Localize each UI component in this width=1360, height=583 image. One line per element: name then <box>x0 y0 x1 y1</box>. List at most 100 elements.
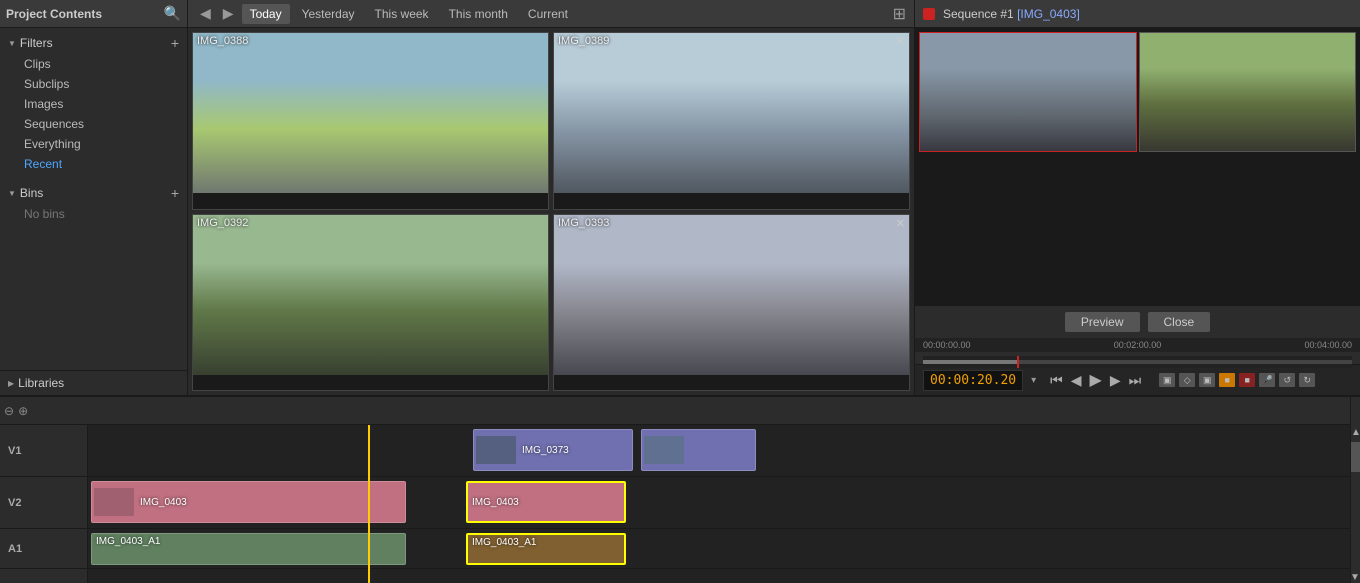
play-button[interactable]: ▶ <box>1088 369 1104 391</box>
thumb-label-0389: IMG_0389 <box>558 35 609 47</box>
clip-audio-0403-a1[interactable]: IMG_0403_A1 <box>91 533 406 565</box>
clip-img-0403-v2[interactable]: IMG_0403 <box>91 481 406 523</box>
thumbnail-grid: IMG_0388 IMG_0389 ✕ IMG_0392 IMG_0393 ✕ <box>188 28 914 395</box>
tool-icon-6[interactable]: 🎤 <box>1259 373 1275 387</box>
scroll-up-icon[interactable]: ▲ <box>1351 425 1360 438</box>
back-button[interactable]: ◀ <box>196 3 215 24</box>
track-a1: IMG_0403_A1 IMG_0403_A1 <box>88 529 1350 569</box>
step-forward-button[interactable]: ▶ <box>1108 371 1123 390</box>
playhead <box>368 425 370 583</box>
playback-controls: ⏮ ◀ ▶ ▶ ⏭ <box>1048 369 1143 391</box>
strip-time-2: 00:04:00.00 <box>1304 340 1352 350</box>
left-panel: Project Contents 🔍 ▼ Filters + Clips Sub… <box>0 0 188 395</box>
track-v2: IMG_0403 IMG_0403 <box>88 477 1350 529</box>
thumbnail-img-0393[interactable]: IMG_0393 ✕ <box>553 214 910 392</box>
time-dropdown-icon[interactable]: ▾ <box>1031 375 1036 386</box>
track-label-a1: A1 <box>0 529 87 569</box>
go-start-button[interactable]: ⏮ <box>1048 371 1065 390</box>
filter-header: ▼ Filters + <box>0 32 187 54</box>
timeline-scroll-top <box>1350 397 1360 425</box>
timeline-zoom-in-icon[interactable]: ⊕ <box>18 404 28 418</box>
tab-today[interactable]: Today <box>242 4 290 24</box>
filter-sequences[interactable]: Sequences <box>0 114 187 134</box>
tool-icon-2[interactable]: ◇ <box>1179 373 1195 387</box>
toolbar-icons: ▣ ◇ ▣ ■ ■ 🎤 ↺ ↻ <box>1159 373 1315 387</box>
clip-thumb-0403 <box>94 488 134 516</box>
search-icon[interactable]: 🔍 <box>164 5 181 22</box>
thumb-label-0393: IMG_0393 <box>558 217 609 229</box>
libraries-label: Libraries <box>18 376 64 390</box>
timeline-body: V1 V2 A1 IMG_0373 <box>0 425 1360 583</box>
right-panel: Sequence #1 [IMG_0403] Preview Close 00:… <box>915 0 1360 395</box>
thumb-close-0393[interactable]: ✕ <box>896 217 905 230</box>
browser-toolbar: ◀ ▶ Today Yesterday This week This month… <box>188 0 914 28</box>
timeline-zoom-out-icon[interactable]: ⊖ <box>4 404 14 418</box>
clip-img-0373[interactable]: IMG_0373 <box>473 429 633 471</box>
clip-label-0403-v2: IMG_0403 <box>136 495 191 510</box>
tool-icon-4[interactable]: ■ <box>1219 373 1235 387</box>
tab-current[interactable]: Current <box>520 4 576 24</box>
thumbnail-img-0392[interactable]: IMG_0392 <box>192 214 549 392</box>
close-button[interactable]: Close <box>1148 312 1211 332</box>
sequence-thumbnails <box>915 28 1360 305</box>
thumbnail-img-0388[interactable]: IMG_0388 <box>192 32 549 210</box>
thumb-close-0389[interactable]: ✕ <box>896 35 905 48</box>
preview-button[interactable]: Preview <box>1065 312 1140 332</box>
grid-view-button[interactable]: ⊞ <box>893 4 906 24</box>
filter-everything[interactable]: Everything <box>0 134 187 154</box>
timeline-area: ⊖ ⊕ 00:00:00.00 00:00:10.00 00:00:20.00 … <box>0 395 1360 583</box>
timeline-scrollbar-vertical[interactable]: ▲ ▼ <box>1350 425 1360 583</box>
timeline-strip-labels: 00:00:00.00 00:02:00.00 00:04:00.00 <box>915 338 1360 352</box>
filter-label: Filters <box>20 36 53 50</box>
tab-this-week[interactable]: This week <box>367 4 437 24</box>
step-back-button[interactable]: ◀ <box>1069 371 1084 390</box>
clip-img-0373-b[interactable] <box>641 429 756 471</box>
track-label-v2: V2 <box>0 477 87 529</box>
sequence-subtitle: [IMG_0403] <box>1017 7 1080 21</box>
thumb-label-0392: IMG_0392 <box>197 217 248 229</box>
tab-this-month[interactable]: This month <box>441 4 516 24</box>
libraries-header[interactable]: ▶ Libraries <box>0 371 187 395</box>
timeline-strip-bar[interactable] <box>923 356 1352 368</box>
strip-time-1: 00:02:00.00 <box>1114 340 1162 350</box>
strip-time-0: 00:00:00.00 <box>923 340 971 350</box>
timeline-track-labels-header: ⊖ ⊕ <box>0 404 88 418</box>
tool-icon-5[interactable]: ■ <box>1239 373 1255 387</box>
tool-icon-1[interactable]: ▣ <box>1159 373 1175 387</box>
tool-icon-7[interactable]: ↺ <box>1279 373 1295 387</box>
filter-add-icon[interactable]: + <box>171 35 179 51</box>
filter-clips[interactable]: Clips <box>0 54 187 74</box>
browser-panel: ◀ ▶ Today Yesterday This week This month… <box>188 0 915 395</box>
scroll-down-icon[interactable]: ▼ <box>1350 572 1360 583</box>
top-area: Project Contents 🔍 ▼ Filters + Clips Sub… <box>0 0 1360 395</box>
panel-header: Project Contents 🔍 <box>0 0 187 28</box>
sequence-viewer <box>915 28 1360 305</box>
bins-label: Bins <box>20 186 43 200</box>
clip-thumb-0373 <box>476 436 516 464</box>
clip-label-audio-0403: IMG_0403_A1 <box>92 534 405 549</box>
sequence-controls: Preview Close <box>915 305 1360 338</box>
panel-title: Project Contents <box>6 7 102 21</box>
scroll-thumb[interactable] <box>1351 442 1360 472</box>
bins-triangle-icon: ▼ <box>8 189 16 198</box>
bins-add-icon[interactable]: + <box>171 185 179 201</box>
clip-img-0403-v2-selected[interactable]: IMG_0403 <box>466 481 626 523</box>
tool-icon-8[interactable]: ↻ <box>1299 373 1315 387</box>
sequence-time-display: 00:00:20.20 ▾ ⏮ ◀ ▶ ▶ ⏭ ▣ ◇ ▣ ■ ■ 🎤 ↺ ↻ <box>915 364 1360 395</box>
thumbnail-img-0389[interactable]: IMG_0389 ✕ <box>553 32 910 210</box>
filter-subclips[interactable]: Subclips <box>0 74 187 94</box>
bins-header: ▼ Bins + <box>0 182 187 204</box>
go-end-button[interactable]: ⏭ <box>1127 371 1144 390</box>
filter-images[interactable]: Images <box>0 94 187 114</box>
tool-icon-3[interactable]: ▣ <box>1199 373 1215 387</box>
seq-thumb-1[interactable] <box>919 32 1137 152</box>
current-time-display[interactable]: 00:00:20.20 <box>923 370 1023 391</box>
clip-label-0403-selected: IMG_0403 <box>468 495 523 510</box>
clip-audio-0403-a1-b[interactable]: IMG_0403_A1 <box>466 533 626 565</box>
forward-button[interactable]: ▶ <box>219 3 238 24</box>
tab-yesterday[interactable]: Yesterday <box>294 4 363 24</box>
seq-thumb-2[interactable] <box>1139 32 1357 152</box>
bins-section: ▼ Bins + No bins <box>0 178 187 228</box>
filter-recent[interactable]: Recent <box>0 154 187 174</box>
libraries-section: ▶ Libraries <box>0 370 187 395</box>
